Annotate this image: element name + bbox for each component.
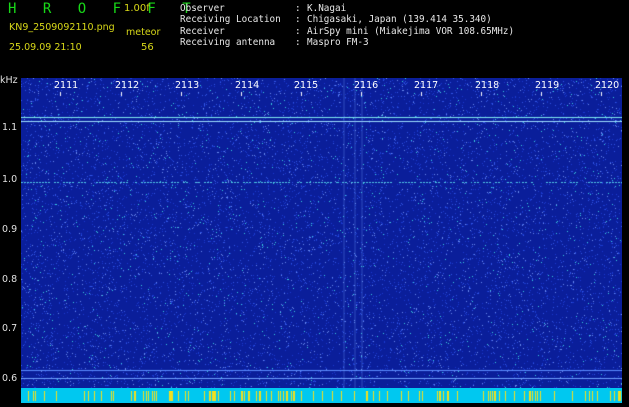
time-tick-label: 2113 [175, 80, 200, 91]
time-tick-label: 2118 [475, 80, 500, 91]
freq-tick-label: 0.7 [2, 323, 18, 334]
freq-tick-label: 0.8 [2, 274, 18, 285]
info-key: Receiver [180, 25, 225, 37]
freq-tick-label: 0.9 [2, 224, 18, 235]
time-tick-label: 2116 [354, 80, 379, 91]
activity-bar [21, 388, 622, 403]
info-key: Receiving antenna [180, 37, 276, 49]
info-row-observer: Observer: K.Nagai [180, 3, 514, 14]
app-version: 1.00f [124, 3, 150, 14]
time-tick-label: 2114 [235, 80, 260, 91]
time-tick-label: 2115 [294, 80, 319, 91]
info-sep: : [295, 3, 301, 14]
info-value: Maspro FM-3 [307, 37, 369, 49]
info-value: Chigasaki, Japan (139.414 35.340) [307, 14, 492, 26]
app-title: H R O F F T [8, 1, 200, 17]
frequency-axis: 1.1 1.0 0.9 0.8 0.7 0.6 [0, 78, 21, 388]
info-row-location: Receiving Location: Chigasaki, Japan (139… [180, 14, 514, 25]
info-key: Receiving Location [180, 14, 281, 26]
time-tick-label: 2120 [595, 80, 620, 91]
freq-tick-label: 1.0 [2, 174, 18, 185]
spectrogram-plot [21, 78, 622, 388]
time-tick-label: 2117 [414, 80, 439, 91]
info-value: AirSpy mini (Miakejima VOR 108.65MHz) [307, 25, 515, 37]
right-border [622, 78, 629, 400]
file-name: KN9_2509092110.png [9, 22, 115, 33]
activity-bar-canvas [21, 391, 622, 403]
time-tick-label: 2119 [535, 80, 560, 91]
info-sep: : [295, 37, 301, 49]
info-sep: : [295, 14, 301, 26]
date-time: 25.09.09 21:10 [9, 42, 82, 53]
info-value: K.Nagai [307, 3, 347, 14]
meteor-count: 56 [141, 42, 154, 53]
info-sep: : [295, 25, 301, 37]
time-tick-label: 2112 [115, 80, 140, 91]
spectrogram-canvas [21, 78, 622, 388]
meteor-label: meteor [126, 27, 161, 38]
info-row-receiver: Receiver: AirSpy mini (Miakejima VOR 108.… [180, 26, 514, 37]
freq-tick-label: 0.6 [2, 373, 18, 384]
info-row-antenna: Receiving antenna: Maspro FM-3 [180, 37, 514, 48]
station-info: Observer: K.Nagai Receiving Location: Chig… [180, 3, 514, 49]
info-key: Observer [180, 3, 225, 14]
header-panel: H R O F F T 1.00f KN9_2509092110.png met… [0, 0, 629, 76]
time-tick-label: 2111 [54, 80, 79, 91]
freq-tick-label: 1.1 [2, 122, 18, 133]
